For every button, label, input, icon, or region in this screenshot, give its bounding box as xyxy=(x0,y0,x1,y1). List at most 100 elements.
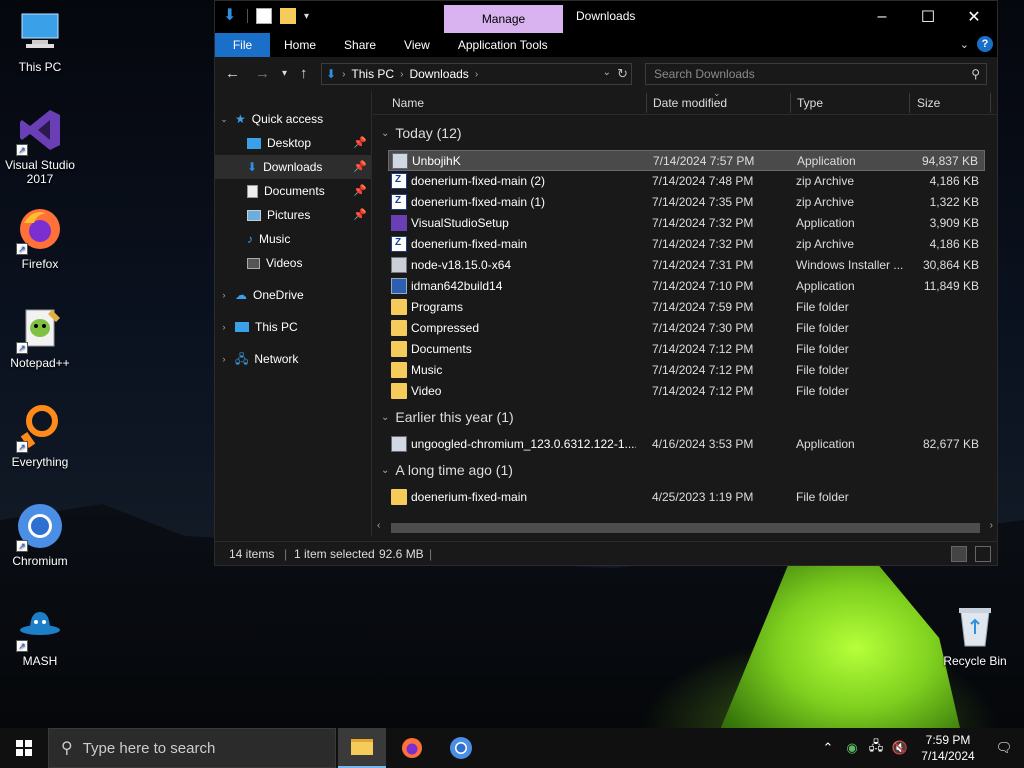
group-header-a-long-time-ago[interactable]: ⌄ A long time ago (1) xyxy=(381,462,513,478)
file-row[interactable]: Video 7/14/2024 7:12 PM File folder xyxy=(388,381,985,402)
taskbar-chromium[interactable] xyxy=(437,728,485,768)
desktop-icon-visual-studio[interactable]: ↗ Visual Studio 2017 xyxy=(0,106,80,186)
close-button[interactable]: ✕ xyxy=(951,1,997,33)
network-status-icon[interactable]: ◉ xyxy=(840,740,864,756)
address-bar[interactable]: ⬇ › This PC › Downloads › ⌄ ↻ xyxy=(321,63,632,85)
back-button[interactable]: ← xyxy=(225,65,240,82)
file-row[interactable]: Music 7/14/2024 7:12 PM File folder xyxy=(388,360,985,381)
scroll-right-icon[interactable]: › xyxy=(990,520,993,531)
maximize-button[interactable]: ☐ xyxy=(905,1,951,33)
nav-videos[interactable]: Videos xyxy=(215,251,371,275)
desktop-icon-mash[interactable]: ↗ MASH xyxy=(0,602,80,668)
chevron-right-icon[interactable]: › xyxy=(342,69,345,80)
chevron-down-icon[interactable]: ⌄ xyxy=(381,465,389,476)
forward-button[interactable]: → xyxy=(255,65,270,82)
ethernet-icon[interactable]: 🖧 xyxy=(864,737,888,759)
chevron-down-icon[interactable]: ⌄ xyxy=(381,128,389,139)
file-row[interactable]: doenerium-fixed-main 7/14/2024 7:32 PM z… xyxy=(388,234,985,255)
desktop-icon-notepadpp[interactable]: ↗ Notepad++ xyxy=(0,304,80,370)
folder-icon xyxy=(391,383,407,399)
recent-locations-icon[interactable]: ▾ xyxy=(282,68,287,79)
nav-quick-access[interactable]: ⌄ ★ Quick access xyxy=(219,107,371,131)
taskbar-firefox[interactable] xyxy=(388,728,436,768)
file-row[interactable]: UnbojihK 7/14/2024 7:57 PM Application 9… xyxy=(388,150,985,171)
minimize-button[interactable]: – xyxy=(859,1,905,33)
chevron-right-icon[interactable]: › xyxy=(219,283,229,307)
tab-home[interactable]: Home xyxy=(270,33,330,57)
nav-pictures[interactable]: Pictures 📌 xyxy=(215,203,371,227)
file-row[interactable]: Compressed 7/14/2024 7:30 PM File folder xyxy=(388,318,985,339)
desktop-icon-chromium[interactable]: ↗ Chromium xyxy=(0,502,80,568)
file-row[interactable]: doenerium-fixed-main 4/25/2023 1:19 PM F… xyxy=(388,487,985,508)
properties-icon[interactable] xyxy=(256,8,272,24)
desktop-icon-this-pc[interactable]: This PC xyxy=(0,8,80,74)
file-row[interactable]: idman642build14 7/14/2024 7:10 PM Applic… xyxy=(388,276,985,297)
chevron-right-icon[interactable]: › xyxy=(475,69,478,80)
up-button[interactable]: ↑ xyxy=(300,65,308,82)
chevron-down-icon[interactable]: ⌄ xyxy=(219,107,229,131)
show-hidden-icons-icon[interactable]: ⌃ xyxy=(816,740,840,756)
search-icon: ⚲ xyxy=(971,67,980,81)
details-view-button[interactable] xyxy=(951,546,967,562)
file-row[interactable]: Programs 7/14/2024 7:59 PM File folder xyxy=(388,297,985,318)
nav-onedrive[interactable]: › ☁ OneDrive xyxy=(219,283,371,307)
chevron-right-icon[interactable]: › xyxy=(219,315,229,339)
chevron-right-icon[interactable]: › xyxy=(400,69,403,80)
large-icons-view-button[interactable] xyxy=(975,546,991,562)
desktop-icon-firefox[interactable]: ↗ Firefox xyxy=(0,205,80,271)
file-row[interactable]: ungoogled-chromium_123.0.6312.122-1.... … xyxy=(388,434,985,455)
horizontal-scrollbar[interactable]: ‹ › xyxy=(373,519,997,536)
nav-desktop[interactable]: Desktop 📌 xyxy=(215,131,371,155)
folder-icon xyxy=(391,362,407,378)
chevron-down-icon[interactable]: ⌄ xyxy=(381,412,389,423)
help-icon[interactable]: ? xyxy=(977,36,993,52)
pin-icon: 📌 xyxy=(353,185,367,197)
desktop-icon-recycle-bin[interactable]: Recycle Bin xyxy=(935,602,1015,668)
taskbar-file-explorer[interactable] xyxy=(338,728,386,768)
qat-customize-icon[interactable]: ▾ xyxy=(304,11,309,22)
tab-file[interactable]: File xyxy=(215,33,270,57)
nav-music[interactable]: ♪ Music xyxy=(215,227,371,251)
refresh-icon[interactable]: ↻ xyxy=(617,66,628,82)
pictures-icon xyxy=(247,209,261,221)
visual-studio-icon xyxy=(391,215,407,231)
column-name[interactable]: Name xyxy=(392,96,424,110)
tab-share[interactable]: Share xyxy=(330,33,390,57)
pin-icon: 📌 xyxy=(353,209,367,221)
zip-archive-icon xyxy=(391,236,407,252)
new-folder-icon[interactable] xyxy=(280,8,296,24)
group-header-today[interactable]: ⌄ Today (12) xyxy=(381,125,462,141)
chevron-right-icon[interactable]: › xyxy=(219,347,229,371)
address-dropdown-icon[interactable]: ⌄ xyxy=(603,67,611,78)
search-input[interactable]: Search Downloads ⚲ xyxy=(645,63,987,85)
column-size[interactable]: Size xyxy=(917,96,940,110)
nav-network[interactable]: › 🖧 Network xyxy=(219,347,371,371)
tab-view[interactable]: View xyxy=(390,33,444,57)
title-bar[interactable]: ⬇ ▾ Manage Downloads – ☐ ✕ xyxy=(215,1,997,33)
desktop-icon-everything[interactable]: ↗ Everything xyxy=(0,403,80,469)
column-type[interactable]: Type xyxy=(797,96,823,110)
file-row[interactable]: doenerium-fixed-main (1) 7/14/2024 7:35 … xyxy=(388,192,985,213)
file-row[interactable]: VisualStudioSetup 7/14/2024 7:32 PM Appl… xyxy=(388,213,985,234)
scrollbar-thumb[interactable] xyxy=(391,523,980,533)
notifications-icon[interactable]: 🗨 xyxy=(984,740,1024,756)
file-row[interactable]: Documents 7/14/2024 7:12 PM File folder xyxy=(388,339,985,360)
clock[interactable]: 7:59 PM 7/14/2024 xyxy=(912,732,984,764)
nav-this-pc[interactable]: › This PC xyxy=(219,315,371,339)
volume-muted-icon[interactable]: 🔇 xyxy=(888,740,912,756)
tab-manage[interactable]: Manage xyxy=(444,5,563,33)
scroll-left-icon[interactable]: ‹ xyxy=(377,520,380,531)
breadcrumb-downloads[interactable]: Downloads xyxy=(409,67,468,81)
tab-application-tools[interactable]: Application Tools xyxy=(444,33,562,57)
file-row[interactable]: doenerium-fixed-main (2) 7/14/2024 7:48 … xyxy=(388,171,985,192)
group-header-earlier-this-year[interactable]: ⌄ Earlier this year (1) xyxy=(381,409,514,425)
breadcrumb-this-pc[interactable]: This PC xyxy=(351,67,394,81)
expand-ribbon-icon[interactable]: ⌄ xyxy=(960,38,969,51)
divider: | xyxy=(284,547,288,561)
taskbar-search-box[interactable]: ⚲ Type here to search xyxy=(48,728,336,768)
nav-downloads[interactable]: ⬇ Downloads 📌 xyxy=(215,155,371,179)
start-button[interactable] xyxy=(0,728,48,768)
file-row[interactable]: node-v18.15.0-x64 7/14/2024 7:31 PM Wind… xyxy=(388,255,985,276)
nav-documents[interactable]: Documents 📌 xyxy=(215,179,371,203)
navigation-bar: ← → ▾ ↑ ⬇ › This PC › Downloads › ⌄ ↻ Se… xyxy=(215,57,997,91)
